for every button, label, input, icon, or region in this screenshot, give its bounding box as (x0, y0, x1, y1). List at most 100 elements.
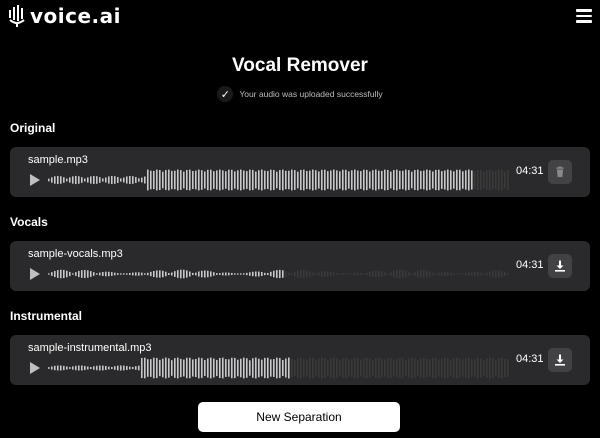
waveform-bar (249, 360, 251, 376)
waveform-bar (81, 365, 83, 371)
waveform-bar (441, 171, 443, 189)
waveform-bar (306, 359, 308, 377)
play-icon[interactable] (30, 362, 40, 374)
waveform-bar (258, 170, 260, 190)
waveform-bar (366, 169, 368, 191)
play-icon[interactable] (30, 268, 40, 280)
waveform-bar (123, 177, 125, 183)
waveform-bar (333, 272, 335, 276)
waveform-bar (480, 169, 482, 191)
waveform-bar (483, 171, 485, 189)
waveform-bar (291, 358, 293, 378)
waveform-bar (303, 169, 305, 191)
waveform-bar (360, 171, 362, 189)
waveform-bar (327, 171, 329, 189)
waveform-bar (384, 169, 386, 191)
waveform-bar (54, 176, 56, 184)
waveform-bar (117, 365, 119, 371)
download-button[interactable] (548, 348, 572, 372)
waveform-bar (123, 365, 125, 371)
waveform-bar (345, 169, 347, 191)
waveform-bar (507, 359, 509, 377)
waveform-bar (501, 357, 503, 379)
waveform-bar (270, 271, 272, 277)
waveform-bar (135, 366, 137, 370)
waveform-bar (99, 365, 101, 371)
waveform-bar (171, 272, 173, 276)
waveform-bar (408, 272, 410, 276)
waveform-bar (138, 365, 140, 371)
hamburger-menu-icon[interactable] (576, 9, 592, 23)
waveform-bar (408, 358, 410, 378)
waveform-bar (84, 365, 86, 371)
brand-logo[interactable]: voice.ai (8, 5, 121, 27)
waveform-bar (288, 357, 290, 379)
waveform-bar (375, 358, 377, 378)
waveform-bar (381, 170, 383, 190)
delete-button[interactable] (548, 160, 572, 184)
section-label-original: Original (10, 121, 56, 135)
waveform-bar (357, 170, 359, 190)
waveform-bar (399, 269, 401, 279)
waveform-bar (258, 271, 260, 277)
waveform-bar (78, 365, 80, 371)
waveform-bar (204, 171, 206, 189)
waveform-bar (477, 357, 479, 379)
waveform-bar (126, 273, 128, 275)
waveform-bar (297, 358, 299, 378)
new-separation-button[interactable]: New Separation (198, 402, 400, 432)
waveform-bar (102, 178, 104, 182)
waveform-bar (390, 171, 392, 189)
waveform-bar (93, 366, 95, 370)
waveform-bar (435, 357, 437, 379)
waveform-bar (468, 272, 470, 276)
waveform-bar (222, 357, 224, 379)
waveform-bar (324, 271, 326, 277)
waveform-bar (381, 271, 383, 277)
waveform-bar (330, 170, 332, 190)
waveform-bar (114, 176, 116, 184)
waveform-bar (246, 171, 248, 189)
waveform-bar (183, 359, 185, 377)
waveform-bar (387, 169, 389, 191)
waveform[interactable] (48, 263, 510, 285)
waveform-bar (318, 358, 320, 378)
waveform-bar (207, 358, 209, 378)
waveform-bar (255, 271, 257, 277)
waveform-bar (336, 170, 338, 190)
waveform-bar (480, 272, 482, 276)
track-file-name: sample-vocals.mp3 (28, 248, 123, 260)
waveform-bar (201, 358, 203, 378)
waveform-bar (165, 271, 167, 277)
waveform-bar (378, 270, 380, 278)
download-button[interactable] (548, 254, 572, 278)
waveform-bar (147, 359, 149, 377)
waveform[interactable] (48, 169, 510, 191)
track-file-name: sample-instrumental.mp3 (28, 342, 152, 354)
waveform-bar (228, 272, 230, 276)
waveform-bar (282, 270, 284, 278)
waveform-bar (228, 169, 230, 191)
waveform-bar (285, 170, 287, 190)
waveform-bar (360, 359, 362, 377)
waveform[interactable] (48, 357, 510, 379)
waveform-bar (102, 365, 104, 371)
waveform-bar (282, 169, 284, 191)
waveform-bar (252, 169, 254, 191)
waveform-bar (321, 169, 323, 191)
play-icon[interactable] (30, 174, 40, 186)
waveform-bar (393, 170, 395, 190)
waveform-bar (120, 178, 122, 182)
download-icon (555, 354, 565, 366)
track-duration: 04:31 (516, 353, 544, 365)
waveform-bar (378, 357, 380, 379)
waveform-bar (219, 273, 221, 275)
waveform-bar (420, 270, 422, 278)
waveform-bar (357, 272, 359, 276)
waveform-bar (405, 270, 407, 278)
waveform-bar (132, 366, 134, 370)
waveform-bar (408, 170, 410, 190)
waveform-bar (294, 360, 296, 376)
waveform-bar (354, 272, 356, 276)
waveform-bar (402, 358, 404, 378)
